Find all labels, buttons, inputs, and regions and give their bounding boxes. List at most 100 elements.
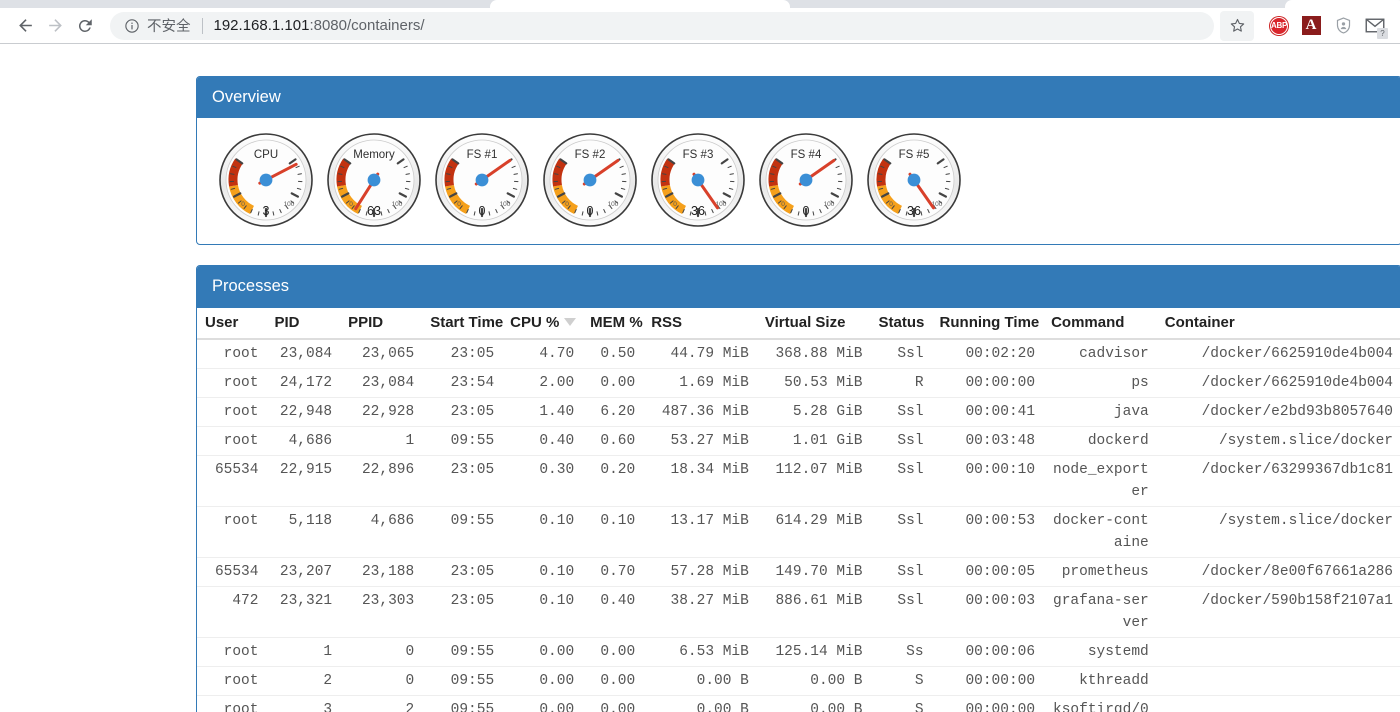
- overview-panel: Overview CPU 0 100 3 Memory 0 100 63 FS …: [196, 76, 1400, 246]
- cell-pid: 5,118: [266, 506, 341, 558]
- col-header-start-time[interactable]: Start Time: [422, 307, 503, 340]
- cell-cpu-pct: 0.30: [502, 454, 583, 507]
- table-row[interactable]: root 24,172 23,084 23:54 2.00 0.00 1.69 MiB 50.…: [197, 367, 1400, 398]
- cell-command: prometheus: [1043, 557, 1157, 587]
- cell-rss: 1.69 MiB: [643, 367, 757, 398]
- cell-user: root: [197, 637, 267, 667]
- table-row[interactable]: 472 23,321 23,303 23:05 0.10 0.40 38.27 MiB 886…: [197, 586, 1400, 638]
- table-row[interactable]: root 5,118 4,686 09:55 0.10 0.10 13.17 MiB 614.…: [197, 506, 1400, 558]
- cell-mem-pct: 0.60: [582, 425, 644, 456]
- col-header-pid[interactable]: PID: [266, 307, 341, 340]
- cell-running-time: 00:00:00: [931, 666, 1044, 696]
- cell-virtual-size: 886.61 MiB: [756, 586, 871, 638]
- gauge-fs-5[interactable]: FS #5 0 100 36: [866, 132, 962, 228]
- cell-running-time: 00:00:41: [931, 396, 1044, 427]
- gauge-group: CPU 0 100 3 Memory 0 100 63 FS #1 0 100 …: [212, 132, 1386, 228]
- col-header-status[interactable]: Status: [870, 307, 932, 340]
- cell-user: 65534: [197, 454, 267, 507]
- cell-container[interactable]: /docker/e2bd93b8057640: [1156, 396, 1400, 427]
- browser-tab-secondary[interactable]: [1285, 0, 1400, 8]
- cell-cpu-pct: 0.10: [502, 557, 583, 587]
- cell-virtual-size: 614.29 MiB: [756, 506, 871, 558]
- gauge-fs-1[interactable]: FS #1 0 100 0: [434, 132, 530, 228]
- svg-text:FS #5: FS #5: [899, 149, 930, 161]
- browser-tab-active[interactable]: [490, 0, 790, 8]
- table-row[interactable]: root 22,948 22,928 23:05 1.40 6.20 487.36 MiB 5…: [197, 396, 1400, 427]
- cell-user: root: [197, 695, 267, 712]
- cell-ppid: 23,303: [340, 586, 423, 638]
- svg-text:0: 0: [479, 204, 486, 218]
- cell-user: root: [197, 506, 267, 558]
- table-row[interactable]: root 2 0 09:55 0.00 0.00 0.00 B 0.00 B S 00:00:00…: [197, 666, 1400, 696]
- back-arrow-icon: [18, 19, 32, 32]
- svg-text:FS #4: FS #4: [791, 149, 822, 161]
- col-header-user[interactable]: User: [197, 307, 267, 340]
- col-header-cpu-pct[interactable]: CPU %: [502, 307, 583, 340]
- cell-container[interactable]: /docker/6625910de4b004: [1156, 367, 1400, 398]
- cell-rss: 0.00 B: [643, 695, 757, 712]
- cell-container[interactable]: /system.slice/docker: [1156, 425, 1400, 456]
- address-bar[interactable]: 不安全 192.168.1.101:8080/containers/: [110, 11, 1214, 40]
- cell-mem-pct: 0.00: [582, 367, 644, 398]
- gauge-fs-4[interactable]: FS #4 0 100 0: [758, 132, 854, 228]
- cell-start-time: 23:54: [422, 367, 503, 398]
- svg-text:0: 0: [457, 201, 461, 208]
- extension-shield-button[interactable]: [1328, 11, 1358, 41]
- browser-window: 不安全 192.168.1.101:8080/containers/ ABP A: [0, 0, 1400, 712]
- col-header-command[interactable]: Command: [1043, 307, 1157, 340]
- cell-container[interactable]: /docker/6625910de4b004: [1156, 338, 1400, 369]
- svg-text:3: 3: [263, 204, 270, 218]
- star-icon: [1230, 18, 1244, 32]
- cell-start-time: 23:05: [422, 557, 503, 587]
- cell-container[interactable]: /docker/63299367db1c81: [1156, 454, 1400, 507]
- cell-container[interactable]: /docker/8e00f67661a286: [1156, 557, 1400, 587]
- table-row[interactable]: root 23,084 23,065 23:05 4.70 0.50 44.79 MiB 36…: [197, 338, 1400, 369]
- table-row[interactable]: root 1 0 09:55 0.00 0.00 6.53 MiB 125.14 MiB Ss 0…: [197, 637, 1400, 667]
- extension-adobe-acrobat-button[interactable]: A: [1296, 11, 1326, 41]
- col-header-mem-pct[interactable]: MEM %: [582, 307, 644, 340]
- cell-running-time: 00:00:03: [931, 586, 1044, 638]
- cell-rss: 53.27 MiB: [643, 425, 757, 456]
- table-row[interactable]: 65534 22,915 22,896 23:05 0.30 0.20 18.34 MiB 1…: [197, 454, 1400, 507]
- processes-panel-body: User PID PPID Start Time CPU % MEM % RSS…: [197, 307, 1400, 712]
- extension-adblock-plus-button[interactable]: ABP: [1264, 11, 1294, 41]
- col-header-virtual-size[interactable]: Virtual Size: [756, 307, 871, 340]
- col-header-ppid[interactable]: PPID: [340, 307, 423, 340]
- cell-ppid: 4,686: [340, 506, 423, 558]
- site-info-icon[interactable]: [124, 18, 140, 34]
- cell-virtual-size: 0.00 B: [756, 666, 871, 696]
- cell-start-time: 23:05: [422, 396, 503, 427]
- cell-rss: 38.27 MiB: [643, 586, 757, 638]
- svg-text:Memory: Memory: [353, 149, 395, 161]
- cell-user: root: [197, 666, 267, 696]
- col-header-rss[interactable]: RSS: [643, 307, 757, 340]
- gauge-fs-2[interactable]: FS #2 0 100 0: [542, 132, 638, 228]
- cell-container[interactable]: /system.slice/docker: [1156, 506, 1400, 558]
- gauge-memory[interactable]: Memory 0 100 63: [326, 132, 422, 228]
- cell-virtual-size: 0.00 B: [756, 695, 871, 712]
- cell-command: dockerd: [1043, 425, 1157, 456]
- sort-desc-icon: [564, 317, 577, 326]
- col-header-container[interactable]: Container: [1156, 307, 1400, 340]
- gauge-cpu[interactable]: CPU 0 100 3: [218, 132, 314, 228]
- cell-container[interactable]: /docker/590b158f2107a1: [1156, 586, 1400, 638]
- processes-panel-title: Processes: [197, 266, 1400, 308]
- svg-text:FS #2: FS #2: [575, 149, 606, 161]
- reload-button[interactable]: [70, 11, 100, 41]
- gauge-fs-3[interactable]: FS #3 0 100 36: [650, 132, 746, 228]
- back-button[interactable]: [10, 11, 40, 41]
- bookmark-star-button[interactable]: [1220, 10, 1254, 41]
- forward-button[interactable]: [40, 11, 70, 41]
- cell-ppid: 23,065: [340, 338, 423, 369]
- table-row[interactable]: root 4,686 1 09:55 0.40 0.60 53.27 MiB 1.01 GiB…: [197, 425, 1400, 456]
- col-header-running-time[interactable]: Running Time: [931, 307, 1044, 340]
- cell-pid: 4,686: [266, 425, 341, 456]
- cell-status: R: [870, 367, 932, 398]
- table-row[interactable]: 65534 23,207 23,188 23:05 0.10 0.70 57.28 MiB 1…: [197, 557, 1400, 587]
- cell-ppid: 1: [340, 425, 423, 456]
- page-content: Overview CPU 0 100 3 Memory 0 100 63 FS …: [0, 45, 1400, 712]
- extension-gmail-button[interactable]: ?: [1360, 11, 1390, 41]
- table-row[interactable]: root 3 2 09:55 0.00 0.00 0.00 B 0.00 B S 00:00:00…: [197, 695, 1400, 712]
- cell-container: [1156, 666, 1400, 696]
- cell-cpu-pct: 0.10: [502, 586, 583, 638]
